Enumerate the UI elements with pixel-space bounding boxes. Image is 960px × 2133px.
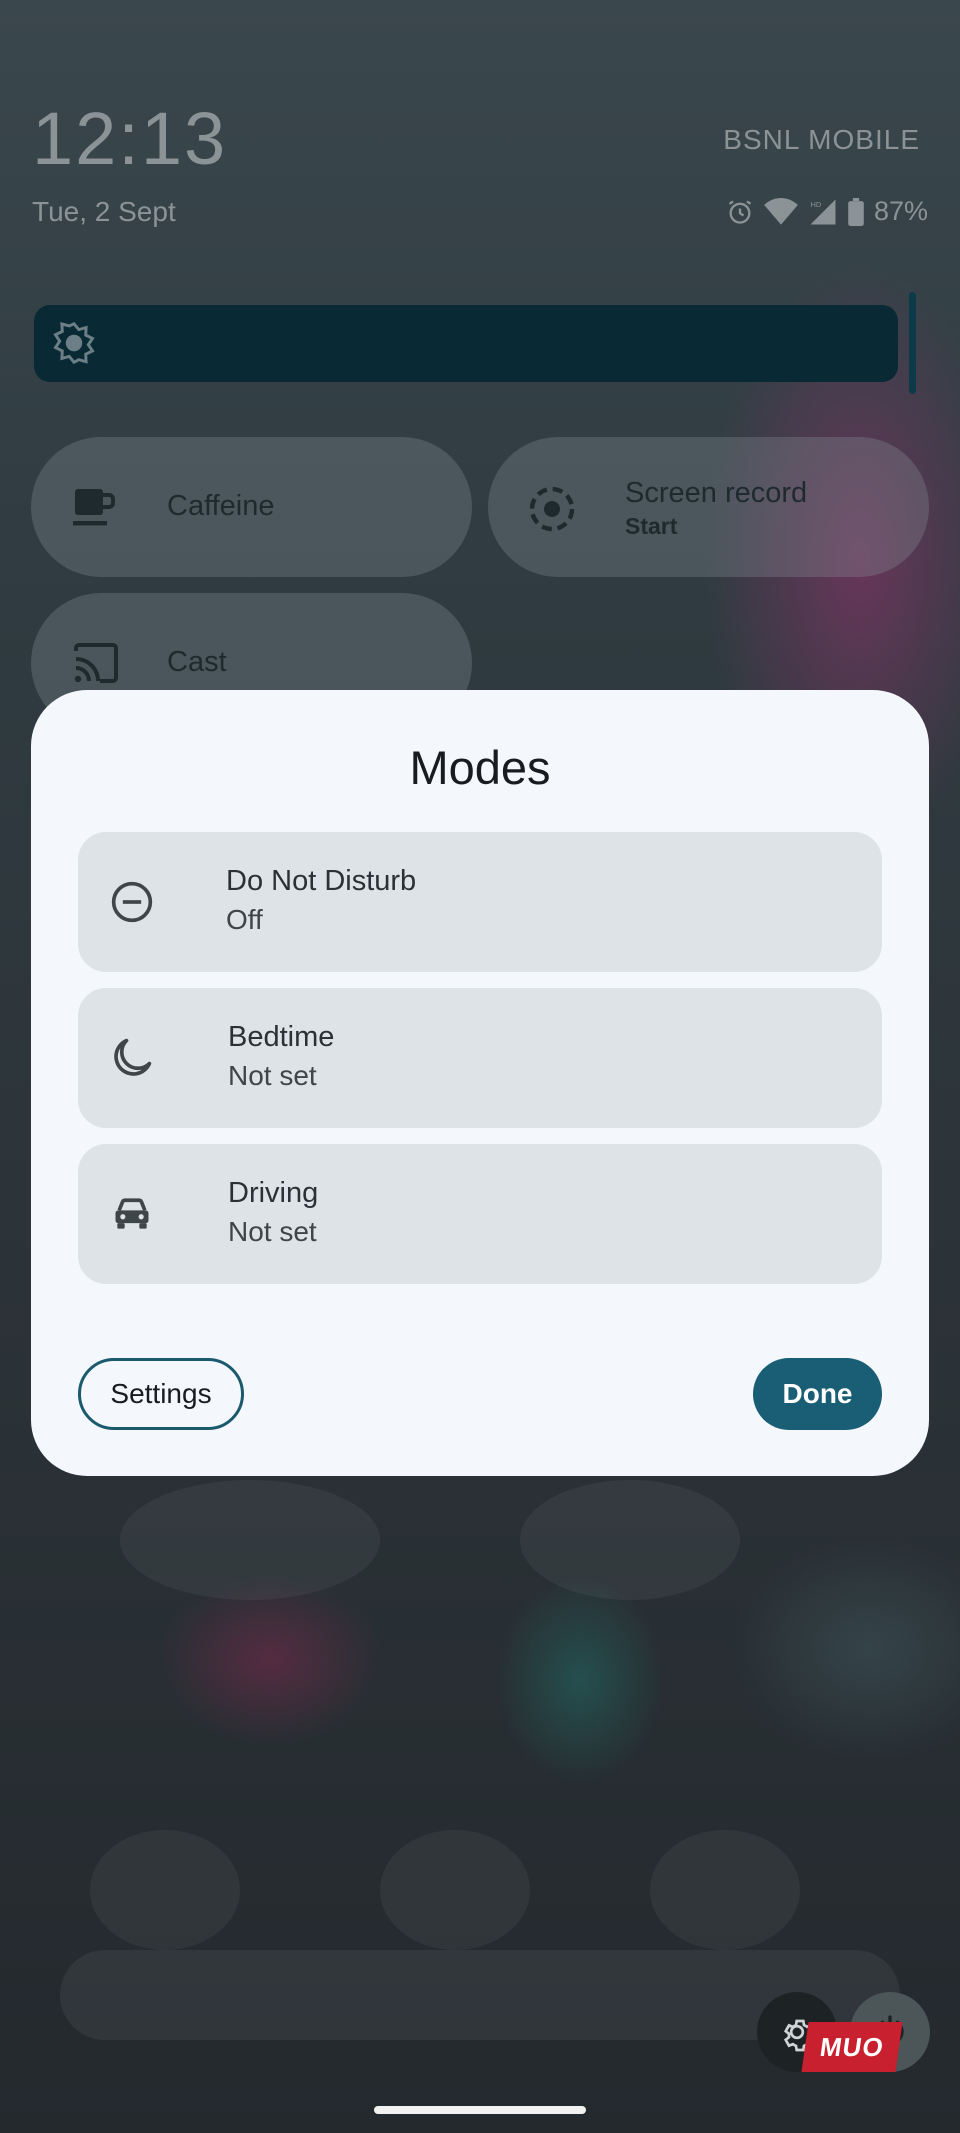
home-gesture-bar[interactable] xyxy=(374,2106,586,2114)
blurred-shape xyxy=(380,1830,530,1950)
mode-name: Bedtime xyxy=(228,1021,335,1053)
tile-label: Caffeine xyxy=(167,490,275,522)
mode-do-not-disturb[interactable]: Do Not Disturb Off xyxy=(78,832,882,972)
coffee-cup-icon xyxy=(71,485,119,534)
done-button[interactable]: Done xyxy=(753,1358,882,1430)
status-icons: HD 87% xyxy=(726,196,928,227)
do-not-disturb-icon xyxy=(110,880,154,929)
mode-bedtime[interactable]: Bedtime Not set xyxy=(78,988,882,1128)
signal-icon: HD xyxy=(808,197,838,227)
cast-icon xyxy=(71,641,121,690)
mode-driving[interactable]: Driving Not set xyxy=(78,1144,882,1284)
alarm-icon xyxy=(726,198,754,226)
blurred-shape xyxy=(120,1480,380,1600)
modes-dialog: Modes Do Not Disturb Off Bedtime Not set… xyxy=(31,690,929,1476)
blurred-shape xyxy=(520,1480,740,1600)
battery-percentage: 87% xyxy=(873,196,928,226)
tile-screen-record[interactable]: Screen record Start xyxy=(488,437,929,577)
mode-status: Not set xyxy=(228,1060,317,1091)
blurred-shape xyxy=(650,1830,800,1950)
dialog-title: Modes xyxy=(409,741,551,794)
wifi-icon xyxy=(764,197,798,226)
tile-label: Screen record xyxy=(625,477,808,509)
blurred-shape xyxy=(90,1830,240,1950)
mode-name: Driving xyxy=(228,1177,319,1209)
moon-icon xyxy=(110,1036,154,1085)
brightness-slider-handle[interactable] xyxy=(909,292,916,394)
mode-status: Not set xyxy=(228,1216,317,1247)
settings-button[interactable]: Settings xyxy=(78,1358,244,1430)
watermark-logo: MUO xyxy=(801,2022,903,2072)
carrier-name: BSNL MOBILE xyxy=(723,124,920,155)
svg-text:HD: HD xyxy=(810,200,821,209)
date[interactable]: Tue, 2 Sept xyxy=(32,196,176,228)
mode-name: Do Not Disturb xyxy=(226,865,417,897)
clock[interactable]: 12:13 xyxy=(32,96,227,181)
tile-label: Cast xyxy=(167,646,227,678)
mode-status: Off xyxy=(226,904,263,935)
brightness-slider[interactable] xyxy=(34,305,898,382)
car-icon xyxy=(110,1192,154,1241)
tile-sublabel: Start xyxy=(625,513,678,539)
brightness-icon xyxy=(52,321,96,370)
screen-record-icon xyxy=(528,485,576,538)
battery-icon xyxy=(848,197,864,226)
tile-caffeine[interactable]: Caffeine xyxy=(31,437,472,577)
